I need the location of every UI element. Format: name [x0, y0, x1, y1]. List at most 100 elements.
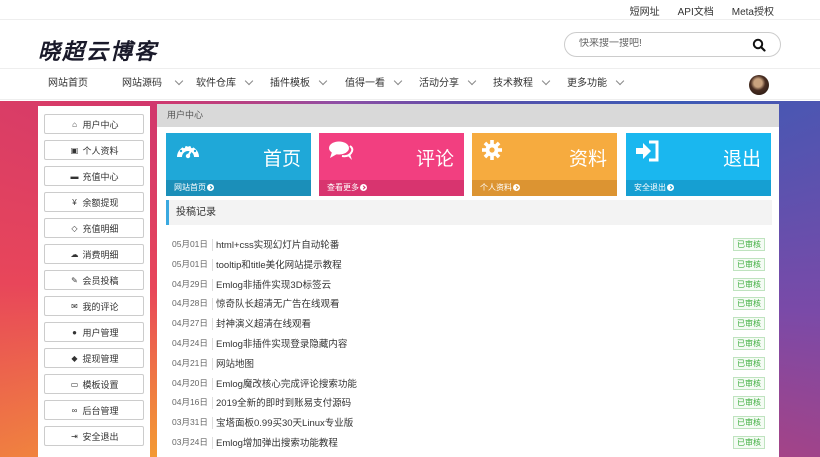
divider — [212, 298, 213, 311]
sidebar-item-recharge-detail[interactable]: ◇ 充值明细 — [44, 218, 144, 238]
site-logo[interactable]: 晓超云博客 — [38, 34, 158, 66]
card-home[interactable]: 首页 网站首页 — [166, 133, 311, 196]
sidebar-item-backend[interactable]: ∞ 后台管理 — [44, 400, 144, 420]
sidebar-item-profile[interactable]: ▣ 个人资料 — [44, 140, 144, 160]
nav-label: 网站首页 — [48, 78, 88, 89]
cube-icon: ◆ — [71, 353, 78, 363]
sidebar-item-label: 会员投稿 — [82, 275, 119, 286]
nav-plugins[interactable]: 插件模板 — [270, 69, 328, 100]
nav-label: 软件仓库 — [196, 78, 236, 89]
sidebar-item-template-settings[interactable]: ▭ 模板设置 — [44, 374, 144, 394]
card-title: 评论 — [415, 149, 454, 170]
main-panel: 用户中心 首页 网站首页 评论 查看更多 资料 个人资料 退出 安全退出 投稿记… — [157, 104, 779, 457]
main-nav: 网站首页 网站源码 软件仓库 插件模板 值得一看 活动分享 技术教程 更多功能 — [0, 68, 820, 100]
status-badge: 已审核 — [733, 435, 765, 449]
nav-activities[interactable]: 活动分享 — [419, 69, 477, 100]
sidebar-item-my-comments[interactable]: ✉ 我的评论 — [44, 296, 144, 316]
post-title-link[interactable]: tooltip和title美化网站提示教程 — [216, 257, 342, 271]
sidebar: ⌂ 用户中心 ▣ 个人资料 ▬ 充值中心 ¥ 余额提现 ◇ 充值明细 ☁ 消费明细 ✎ 会员投… — [38, 106, 150, 457]
divider — [212, 258, 213, 271]
divider — [212, 357, 213, 370]
list-item: 05月01日 html+css实现幻灯片自动轮番 已审核 — [166, 235, 772, 255]
nav-label: 活动分享 — [419, 78, 459, 89]
chevron-down-icon — [467, 76, 477, 86]
arrow-circle-right-icon — [513, 184, 520, 191]
chevron-down-icon — [174, 76, 184, 86]
card-profile[interactable]: 资料 个人资料 — [472, 133, 617, 196]
status-badge: 已审核 — [733, 336, 765, 350]
sidebar-item-withdraw[interactable]: ¥ 余额提现 — [44, 192, 144, 212]
card-title: 退出 — [722, 149, 761, 170]
avatar[interactable] — [749, 75, 769, 95]
top-link-api-docs[interactable]: API文档 — [678, 3, 714, 18]
comments-icon — [329, 141, 354, 160]
nav-label: 更多功能 — [567, 78, 607, 89]
post-title-link[interactable]: 惊奇队长超清无广告在线观看 — [216, 296, 340, 310]
sidebar-item-logout[interactable]: ⇥ 安全退出 — [44, 426, 144, 446]
sidebar-item-label: 我的评论 — [82, 301, 119, 312]
card-title: 资料 — [568, 149, 607, 170]
list-item: 04月20日 Emlog魔改核心完成评论搜索功能 已审核 — [166, 374, 772, 394]
arrow-circle-right-icon — [207, 184, 214, 191]
post-date: 04月29日 — [172, 278, 208, 289]
status-badge: 已审核 — [733, 396, 765, 410]
card-footer[interactable]: 网站首页 — [166, 180, 311, 196]
sidebar-item-recharge[interactable]: ▬ 充值中心 — [44, 166, 144, 186]
card-footer[interactable]: 查看更多 — [319, 180, 464, 196]
card-footer[interactable]: 个人资料 — [472, 180, 617, 196]
list-item: 04月29日 Emlog非插件实现3D标签云 已审核 — [166, 275, 772, 295]
chevron-down-icon — [244, 76, 254, 86]
sidebar-item-spending-detail[interactable]: ☁ 消费明细 — [44, 244, 144, 264]
nav-software[interactable]: 软件仓库 — [196, 69, 254, 100]
status-badge: 已审核 — [733, 317, 765, 331]
sidebar-item-label: 消费明细 — [82, 249, 119, 260]
nav-worth-seeing[interactable]: 值得一看 — [345, 69, 403, 100]
post-date: 03月24日 — [172, 436, 208, 447]
sidebar-item-label: 后台管理 — [82, 405, 119, 416]
post-title-link[interactable]: 2019全新的即时到账易支付源码 — [216, 395, 351, 409]
sidebar-item-user-admin[interactable]: ● 用户管理 — [44, 322, 144, 342]
status-badge: 已审核 — [733, 277, 765, 291]
card-title: 首页 — [262, 149, 301, 170]
divider — [212, 436, 213, 449]
card-link: 安全退出 — [634, 183, 666, 192]
sidebar-item-label: 个人资料 — [82, 145, 119, 156]
status-badge: 已审核 — [733, 356, 765, 370]
post-title-link[interactable]: Emlog增加弹出搜索功能教程 — [216, 435, 338, 449]
card-comments[interactable]: 评论 查看更多 — [319, 133, 464, 196]
post-title-link[interactable]: 封神演义超清在线观看 — [216, 316, 311, 330]
status-badge: 已审核 — [733, 376, 765, 390]
post-date: 03月31日 — [172, 417, 208, 428]
post-title-link[interactable]: Emlog魔改核心完成评论搜索功能 — [216, 376, 357, 390]
search-input[interactable] — [579, 38, 739, 49]
sidebar-item-submit-post[interactable]: ✎ 会员投稿 — [44, 270, 144, 290]
search-icon[interactable] — [752, 38, 766, 52]
status-badge: 已审核 — [733, 238, 765, 251]
top-link-short-url[interactable]: 短网址 — [630, 3, 660, 18]
sidebar-item-label: 充值明细 — [82, 223, 119, 234]
nav-more[interactable]: 更多功能 — [567, 69, 625, 100]
list-item: 03月31日 宝塔面板0.99买30天Linux专业版 已审核 — [166, 413, 772, 433]
top-link-meta-auth[interactable]: Meta授权 — [732, 3, 774, 18]
post-date: 05月01日 — [172, 258, 208, 269]
nav-home[interactable]: 网站首页 — [48, 69, 88, 100]
post-title-link[interactable]: 宝塔面板0.99买30天Linux专业版 — [216, 415, 353, 429]
nav-tutorials[interactable]: 技术教程 — [493, 69, 551, 100]
post-date: 05月01日 — [172, 239, 208, 249]
post-date: 04月27日 — [172, 318, 208, 329]
card-footer[interactable]: 安全退出 — [626, 180, 771, 196]
post-title-link[interactable]: 网站地图 — [216, 356, 254, 370]
comments-icon: ✉ — [71, 301, 78, 311]
post-title-link[interactable]: Emlog非插件实现登录隐藏内容 — [216, 336, 347, 350]
gear-icon — [482, 140, 502, 160]
card-logout[interactable]: 退出 安全退出 — [626, 133, 771, 196]
sidebar-item-user-center[interactable]: ⌂ 用户中心 — [44, 114, 144, 134]
list-item: 04月16日 2019全新的即时到账易支付源码 已审核 — [166, 393, 772, 413]
nav-source-code[interactable]: 网站源码 — [122, 69, 184, 100]
post-title-link[interactable]: html+css实现幻灯片自动轮番 — [216, 237, 339, 251]
sidebar-item-withdraw-admin[interactable]: ◆ 提现管理 — [44, 348, 144, 368]
divider — [212, 417, 213, 430]
post-title-link[interactable]: Emlog非插件实现3D标签云 — [216, 277, 331, 291]
chevron-down-icon — [615, 76, 625, 86]
post-date: 04月21日 — [172, 357, 208, 368]
